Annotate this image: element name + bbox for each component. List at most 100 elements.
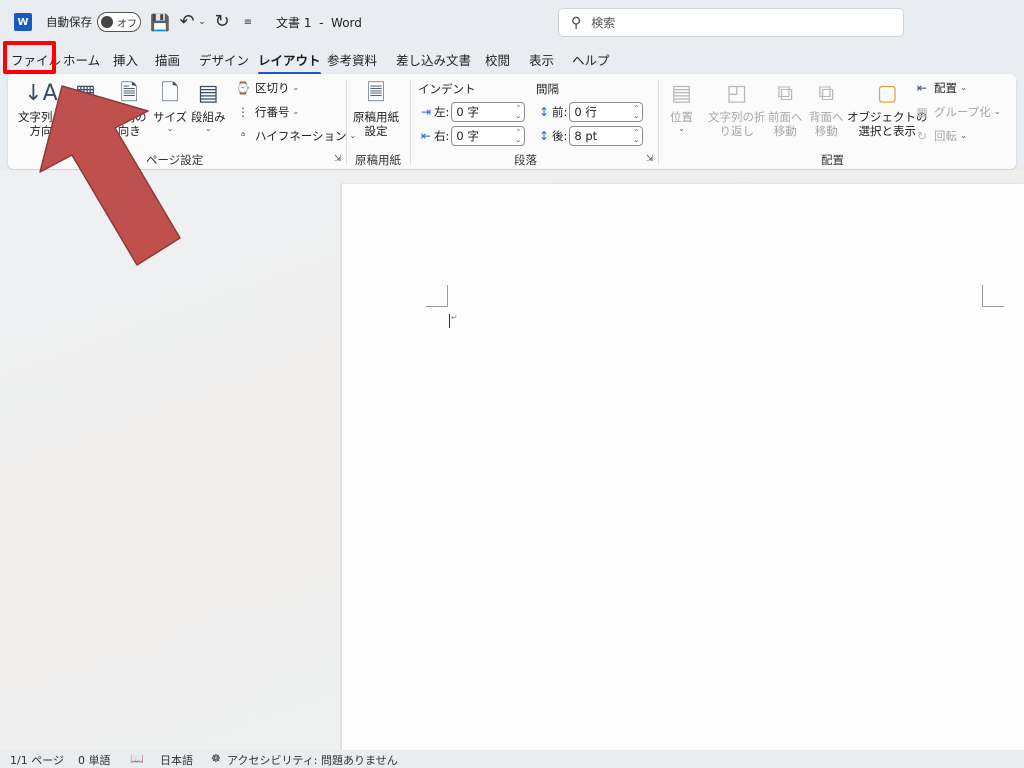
title-bar: W 自動保存 オフ 💾 ↶ ⌄ ↻ ≡ 文書 1 - Word ⚲ — [0, 0, 1024, 44]
spacing-before-input[interactable] — [574, 105, 629, 119]
tab-review[interactable]: 校閲 — [485, 50, 510, 72]
align-icon: ⇤ — [916, 81, 928, 95]
manuscript-paper-icon: 🗏 — [367, 81, 385, 106]
indent-right-input[interactable] — [456, 129, 511, 143]
save-icon[interactable]: 💾 — [150, 13, 170, 32]
columns-button[interactable]: ▤ 段組み ⌄ — [191, 80, 226, 134]
autosave-toggle[interactable]: オフ — [97, 12, 141, 32]
tab-insert[interactable]: 挿入 — [113, 50, 138, 72]
search-box[interactable]: ⚲ — [558, 8, 904, 37]
margins-icon: ▦ — [75, 81, 96, 106]
file-tab-highlight — [3, 41, 56, 74]
bring-forward-icon: ⧉ — [777, 81, 794, 106]
spacing-before-field[interactable]: ⌃⌄ — [569, 102, 644, 122]
language-indicator[interactable]: 日本語 — [160, 752, 193, 768]
paragraph-mark-icon: ↵ — [451, 313, 458, 322]
indent-left-control: ⇥ 左: ⌃⌄ — [418, 102, 526, 122]
group-separator — [410, 80, 411, 164]
chevron-down-icon: ⌄ — [678, 124, 685, 133]
chevron-down-icon: ⌄ — [993, 107, 1001, 116]
search-input[interactable] — [591, 15, 872, 30]
group-separator — [658, 80, 659, 164]
undo-icon[interactable]: ↶ — [178, 10, 196, 32]
autosave-label: 自動保存 — [46, 15, 92, 29]
rotate-icon: ↻ — [916, 129, 928, 143]
group-label-page-setup: ページ設定 — [146, 153, 204, 167]
spacing-after-input[interactable] — [574, 129, 629, 143]
spacing-before-control: ↕ 前: ⌃⌄ — [536, 102, 644, 122]
line-numbers-icon: ⋮ — [237, 105, 249, 119]
tab-references[interactable]: 参考資料 — [327, 50, 377, 72]
indent-left-input[interactable] — [456, 105, 511, 119]
spinner-arrows-icon[interactable]: ⌃ ⌄ — [516, 128, 522, 144]
tab-design[interactable]: デザイン — [199, 50, 249, 72]
page-count[interactable]: 1/1 ページ — [10, 752, 64, 768]
tab-home[interactable]: ホーム — [63, 50, 100, 72]
tab-help[interactable]: ヘルプ — [572, 50, 610, 72]
send-backward-button[interactable]: ⧉ 背面へ 移動 — [809, 80, 844, 138]
genko-settings-button[interactable]: 🗏 原稿用紙 設定 — [353, 80, 399, 138]
margins-button[interactable]: ▦ 余白 ⌄ — [74, 80, 97, 134]
group-separator — [346, 80, 347, 164]
word-app-icon: W — [14, 13, 32, 31]
line-numbers-button[interactable]: ⋮ 行番号 ⌄ — [234, 102, 299, 122]
indent-left-field[interactable]: ⌃⌄ — [451, 102, 526, 122]
wrap-text-button[interactable]: ◰ 文字列の折 り返し — [708, 80, 766, 138]
toggle-knob — [101, 16, 113, 28]
chevron-down-icon: ⌄ — [292, 83, 300, 92]
margin-corner-top-right — [982, 285, 1004, 307]
breaks-icon: ⌚ — [235, 81, 251, 95]
rotate-button[interactable]: ↻ 回転 ⌄ — [913, 126, 967, 146]
spinner-arrows-icon[interactable]: ⌃ ⌄ — [516, 104, 522, 120]
indent-heading: インデント — [418, 82, 476, 96]
tab-layout[interactable]: レイアウト — [258, 50, 321, 75]
indent-right-control: ⇤ 右: ⌃⌄ — [418, 126, 526, 146]
undo-dropdown-icon[interactable]: ⌄ — [197, 13, 207, 31]
align-button[interactable]: ⇤ 配置 ⌄ — [913, 78, 967, 98]
spacing-after-field[interactable]: ⌃⌄ — [569, 126, 644, 146]
orientation-button[interactable]: 🗎 印刷の 向き — [112, 80, 147, 138]
accessibility-status[interactable]: アクセシビリティ: 問題ありません — [227, 752, 398, 768]
redo-icon[interactable]: ↻ — [212, 10, 232, 32]
selection-pane-icon: ▢ — [876, 81, 898, 106]
size-button[interactable]: 🗋 サイズ ⌄ — [153, 80, 187, 134]
proofing-book-icon[interactable]: 📖 — [130, 752, 144, 765]
group-objects-icon: ▦ — [916, 105, 928, 119]
bring-forward-button[interactable]: ⧉ 前面へ 移動 — [768, 80, 803, 138]
search-icon: ⚲ — [571, 14, 582, 31]
spacing-after-icon: ↕ — [538, 129, 550, 143]
tab-mailings[interactable]: 差し込み文書 — [396, 50, 471, 72]
spacing-before-icon: ↕ — [538, 105, 550, 119]
autosave-state: オフ — [117, 18, 137, 30]
customize-quick-access-icon[interactable]: ≡ — [242, 13, 254, 31]
text-direction-button[interactable]: ↓A 文字列の 方向 — [18, 80, 64, 138]
accessibility-icon[interactable]: ☸ — [211, 752, 221, 765]
text-direction-icon: ↓A — [24, 81, 58, 106]
page-setup-launcher-icon[interactable]: ⇲ — [334, 154, 342, 164]
columns-icon: ▤ — [197, 81, 219, 106]
indent-right-field[interactable]: ⌃⌄ — [451, 126, 526, 146]
chevron-down-icon: ⌄ — [166, 124, 174, 133]
wrap-text-icon: ◰ — [726, 81, 748, 106]
page-size-icon: 🗋 — [161, 81, 179, 106]
hyphenation-button[interactable]: ᵃ ハイフネーション ⌄ — [234, 126, 357, 146]
position-icon: ▤ — [671, 81, 692, 106]
text-cursor — [449, 314, 450, 328]
group-label-arrange: 配置 — [821, 153, 844, 167]
position-button[interactable]: ▤ 位置 ⌄ — [670, 80, 693, 134]
document-title: 文書 1 - Word — [276, 15, 362, 30]
spacing-after-control: ↕ 後: ⌃⌄ — [536, 126, 644, 146]
tab-view[interactable]: 表示 — [529, 50, 554, 72]
group-objects-button[interactable]: ▦ グループ化 ⌄ — [913, 102, 1001, 122]
spinner-arrows-icon[interactable]: ⌃ ⌄ — [634, 104, 640, 120]
group-label-paragraph: 段落 — [514, 153, 537, 167]
word-count[interactable]: 0 単語 — [78, 752, 111, 768]
margin-corner-top-left — [426, 285, 448, 307]
breaks-button[interactable]: ⌚ 区切り ⌄ — [234, 78, 300, 98]
spinner-arrows-icon[interactable]: ⌃ ⌄ — [634, 128, 640, 144]
ribbon-tabs: ファイル ホーム 挿入 描画 デザイン レイアウト 参考資料 差し込み文書 校閲… — [0, 44, 1024, 75]
indent-right-icon: ⇤ — [420, 129, 432, 143]
paragraph-launcher-icon[interactable]: ⇲ — [646, 154, 654, 164]
document-page[interactable]: ↵ — [342, 184, 1024, 750]
tab-draw[interactable]: 描画 — [155, 50, 180, 72]
